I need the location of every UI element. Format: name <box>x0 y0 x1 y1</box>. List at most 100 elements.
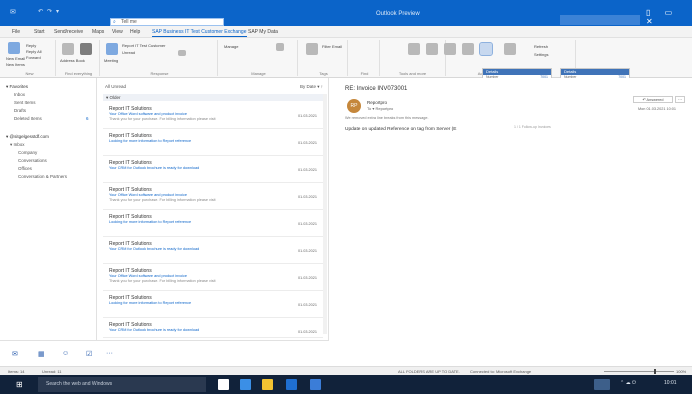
manage-button[interactable]: Manage <box>224 44 238 49</box>
new-email-icon[interactable] <box>8 42 20 54</box>
list-item[interactable]: Report IT Solutions Your Office Word sof… <box>103 183 323 210</box>
refresh-button[interactable]: Refresh <box>534 44 548 49</box>
folder-sent-items[interactable]: Sent Items <box>14 100 36 105</box>
taskbar-search[interactable]: Search the web and Windows <box>38 377 206 392</box>
edge-icon[interactable] <box>240 379 251 390</box>
message-subject: Your Office Word software and product in… <box>109 193 188 197</box>
folder-conversations[interactable]: Conversations <box>18 158 47 163</box>
email-recipient[interactable]: To ▾ Reportpro <box>367 106 393 111</box>
people-icon[interactable]: ☺ <box>62 350 69 357</box>
tab-sap-my-data[interactable]: SAP My Data <box>248 29 278 37</box>
list-item[interactable]: Report IT Solutions Looking for more inf… <box>103 291 323 318</box>
tab-maps[interactable]: Maps <box>92 29 104 37</box>
message-subject: Your Office Word software and product in… <box>109 112 188 116</box>
flag-icon[interactable] <box>178 50 186 56</box>
tab-send-receive[interactable]: Send/receive <box>54 29 83 37</box>
message-preview: Thank you for your purchase. For billing… <box>109 279 216 283</box>
reply-all-button[interactable]: Reply All <box>26 49 42 54</box>
message-list: All Unread By Date ▾ ↑ ▾ Older Report IT… <box>97 78 329 340</box>
list-item[interactable]: Report IT Solutions Looking for more inf… <box>103 129 323 156</box>
outlook-taskbar-icon[interactable] <box>286 379 297 390</box>
tab-view[interactable]: View <box>112 29 123 37</box>
app-taskbar-icon[interactable] <box>310 379 321 390</box>
list-header: All Unread By Date ▾ ↑ <box>105 84 323 92</box>
window-controls[interactable]: ▯ ▭ ✕ <box>646 8 692 26</box>
search-icon: ⌕ <box>113 19 116 25</box>
folder-conversation-partners[interactable]: Conversation & Partners <box>18 174 67 179</box>
deleted-count-badge: 6 <box>86 116 89 121</box>
answered-button[interactable]: ↶ Answered <box>633 96 673 103</box>
report-customer-button[interactable]: Report IT Test Customer <box>122 43 165 48</box>
tasks-icon[interactable]: ☑ <box>86 350 92 358</box>
message-preview: Thank you for your purchase. For billing… <box>109 198 216 202</box>
tab-help[interactable]: Help <box>130 29 140 37</box>
list-item[interactable]: Report IT Solutions Your CRM for Outlook… <box>103 156 323 183</box>
tab-start[interactable]: Start <box>34 29 45 37</box>
folder-inbox-account[interactable]: ▾ Inbox <box>10 142 25 148</box>
action-icon-4[interactable] <box>462 43 474 55</box>
reply-button[interactable]: Reply <box>26 43 36 48</box>
info-bar[interactable]: We removed extra line breaks from this m… <box>345 116 429 120</box>
folder-deleted-items[interactable]: Deleted Items <box>14 116 42 121</box>
message-list-scrollbar[interactable] <box>323 94 327 334</box>
list-item[interactable]: Report IT Solutions Your Office Word sof… <box>103 264 323 291</box>
settings-button[interactable]: Settings <box>534 52 548 57</box>
folder-inbox[interactable]: Inbox <box>14 92 25 97</box>
folder-drafts[interactable]: Drafts <box>14 108 26 113</box>
module-navigation: ✉ ▦ ☺ ☑ ··· <box>0 340 329 366</box>
avatar[interactable]: RP <box>347 99 361 113</box>
refresh-icon[interactable] <box>504 43 516 55</box>
group-older[interactable]: ▾ Older <box>103 94 323 101</box>
search-people-icon[interactable] <box>62 43 74 55</box>
address-book-button[interactable]: Address Book <box>60 58 85 63</box>
action-icon-1[interactable] <box>408 43 420 55</box>
favorites-header[interactable]: ▾ Favorites <box>6 84 28 90</box>
tray-app-icon[interactable] <box>594 379 610 390</box>
move-icon[interactable] <box>276 43 284 51</box>
new-items-button[interactable]: New Items <box>6 62 25 67</box>
zoom-slider[interactable] <box>604 371 674 372</box>
tab-sap-business[interactable]: SAP Business IT Test Customer Exchange <box>152 29 247 37</box>
sort-by-date[interactable]: By Date ▾ ↑ <box>300 84 323 90</box>
folder-pane: ▾ Favorites Inbox Sent Items Drafts Dele… <box>0 78 97 340</box>
calendar-icon[interactable]: ▦ <box>38 350 45 358</box>
more-icon[interactable]: ··· <box>106 350 113 357</box>
list-item[interactable]: Report IT Solutions Your CRM for Outlook… <box>103 237 323 264</box>
group-label-tags: Tags <box>319 71 328 76</box>
search-placeholder: Tell me <box>121 19 137 25</box>
meeting-icon[interactable] <box>106 43 118 55</box>
address-book-icon[interactable] <box>80 43 92 55</box>
list-filter-tabs[interactable]: All Unread <box>105 84 126 89</box>
action-icon-3[interactable] <box>444 43 456 55</box>
list-item[interactable]: Report IT Solutions Your CRM for Outlook… <box>103 318 323 338</box>
meeting-button[interactable]: Meeting <box>104 58 118 63</box>
message-date: 01.03.2021 <box>297 141 317 145</box>
tray-icons[interactable]: ⌃ ☁ ⏻ <box>620 380 636 386</box>
forward-button[interactable]: Forward <box>26 55 41 60</box>
more-actions-button[interactable]: ··· <box>675 96 685 103</box>
list-item[interactable]: Report IT Solutions Looking for more inf… <box>103 210 323 237</box>
account-header[interactable]: ▾ @sitgelgesstdf.com <box>6 134 49 140</box>
tell-me-search[interactable]: ⌕ Tell me <box>110 18 224 26</box>
email-sender[interactable]: Reportpro <box>367 100 387 105</box>
folder-company[interactable]: Company <box>18 150 37 155</box>
tab-file[interactable]: File <box>12 29 20 37</box>
group-label-response: Response <box>150 71 169 76</box>
unread-button[interactable]: Unread <box>122 50 135 55</box>
quick-access-toolbar[interactable]: ↶↷▾ <box>38 8 68 16</box>
new-email-button[interactable]: New Email <box>6 56 25 61</box>
windows-start-icon[interactable]: ⊞ <box>16 380 25 389</box>
action-icon-selected[interactable] <box>479 42 493 56</box>
folder-offices[interactable]: Offices <box>18 166 32 171</box>
ribbon-tabs: File Start Send/receive Maps View Help S… <box>0 26 692 38</box>
account-area[interactable] <box>560 15 640 25</box>
list-item[interactable]: Report IT Solutions Your Office Word sof… <box>103 102 323 129</box>
mail-icon[interactable]: ✉ <box>12 350 18 358</box>
tag-icon[interactable] <box>306 43 318 55</box>
action-icon-2[interactable] <box>426 43 438 55</box>
file-explorer-icon[interactable] <box>262 379 273 390</box>
task-view-icon[interactable] <box>218 379 229 390</box>
zoom-slider-thumb[interactable] <box>654 369 656 374</box>
filter-email-button[interactable]: Filter Email <box>322 44 342 49</box>
clock[interactable]: 10:01 <box>664 380 677 386</box>
